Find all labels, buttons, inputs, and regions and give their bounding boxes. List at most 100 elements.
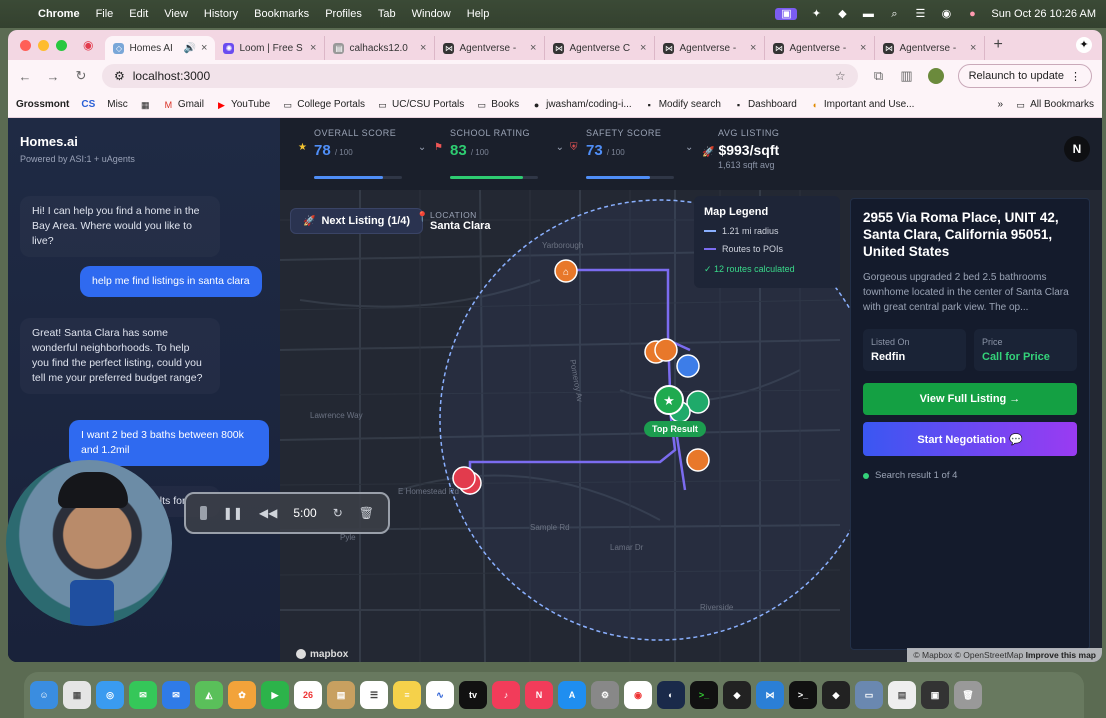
- bookmark-misc[interactable]: Misc: [107, 99, 128, 110]
- back-icon[interactable]: ←: [18, 69, 32, 84]
- menubar-clock[interactable]: Sun Oct 26 10:26 AM: [991, 8, 1096, 20]
- bookmark-cs[interactable]: CS: [81, 99, 95, 110]
- notes-app-icon[interactable]: ▤: [327, 681, 355, 709]
- bookmark-uc-csu[interactable]: ▭ UC/CSU Portals: [377, 99, 464, 110]
- bookmark-important[interactable]: ◖ Important and Use...: [809, 99, 915, 110]
- bookmark-dashboard[interactable]: ▪ Dashboard: [733, 99, 797, 110]
- music-icon[interactable]: ♪: [492, 681, 520, 709]
- tab-agentverse-4[interactable]: ⋈ Agentverse - ×: [765, 36, 876, 60]
- poi-marker-restaurant[interactable]: [644, 338, 678, 364]
- attribution-text[interactable]: © Mapbox © OpenStreetMap: [913, 650, 1023, 660]
- preview-icon[interactable]: ▭: [855, 681, 883, 709]
- menu-bookmarks[interactable]: Bookmarks: [254, 8, 309, 20]
- search-icon[interactable]: ⌕: [887, 8, 901, 20]
- close-tab-icon[interactable]: ×: [201, 42, 207, 54]
- shield-icon[interactable]: ◆: [835, 8, 849, 20]
- system-settings-icon[interactable]: ⚙: [591, 681, 619, 709]
- bookmark-grossmont[interactable]: Grossmont: [16, 99, 69, 110]
- webcam-overlay[interactable]: [6, 460, 172, 626]
- menu-file[interactable]: File: [96, 8, 114, 20]
- cursor-ide-icon[interactable]: ◐: [657, 681, 685, 709]
- close-tab-icon[interactable]: ×: [970, 42, 976, 54]
- restart-icon[interactable]: ↻: [333, 506, 343, 520]
- tab-agentverse-3[interactable]: ⋈ Agentverse - ×: [655, 36, 766, 60]
- close-tab-icon[interactable]: ×: [530, 42, 536, 54]
- sparkle-icon[interactable]: ✦: [809, 8, 823, 20]
- mail-icon[interactable]: ✉: [162, 681, 190, 709]
- close-tab-icon[interactable]: ×: [310, 42, 316, 54]
- next-listing-button[interactable]: 🚀 Next Listing (1/4): [290, 208, 424, 234]
- school-rating[interactable]: ⚑ SCHOOL RATING 83 / 100 ⌄: [434, 128, 564, 179]
- close-window-button[interactable]: [20, 39, 31, 51]
- pause-icon[interactable]: ❚❚: [223, 506, 243, 520]
- poi-marker-transit[interactable]: [676, 354, 700, 378]
- overall-score[interactable]: ★ OVERALL SCORE 78 / 100 ⌄: [298, 128, 426, 179]
- close-tab-icon[interactable]: ×: [750, 42, 756, 54]
- reload-icon[interactable]: ↻: [74, 68, 88, 84]
- record-dot-icon[interactable]: ●: [965, 8, 979, 20]
- address-bar[interactable]: ⚙ localhost:3000 ☆: [102, 64, 858, 88]
- user-avatar[interactable]: N: [1064, 136, 1090, 162]
- bookmark-books[interactable]: ▭ Books: [476, 99, 520, 110]
- menu-window[interactable]: Window: [412, 8, 451, 20]
- chevron-down-icon[interactable]: ⌄: [418, 142, 426, 153]
- facetime-icon[interactable]: ▶: [261, 681, 289, 709]
- document-icon[interactable]: ▤: [888, 681, 916, 709]
- tab-homes-ai[interactable]: ◇ Homes AI 🔊 ×: [105, 36, 216, 60]
- minimize-window-button[interactable]: [38, 39, 49, 51]
- tv-icon[interactable]: tv: [459, 681, 487, 709]
- vscode-icon[interactable]: ⋈: [756, 681, 784, 709]
- menu-app[interactable]: Chrome: [38, 8, 80, 20]
- menu-tab[interactable]: Tab: [378, 8, 396, 20]
- relaunch-button[interactable]: Relaunch to update ⋮: [957, 64, 1092, 88]
- terminal-2-icon[interactable]: >_: [789, 681, 817, 709]
- launchpad-icon[interactable]: ▦: [63, 681, 91, 709]
- close-tab-icon[interactable]: ×: [420, 42, 426, 54]
- poi-marker-shop[interactable]: [686, 448, 710, 472]
- menu-help[interactable]: Help: [467, 8, 490, 20]
- screen-record-icon[interactable]: ▣: [775, 8, 798, 20]
- menu-profiles[interactable]: Profiles: [325, 8, 362, 20]
- finder-icon[interactable]: ☺: [30, 681, 58, 709]
- reminders-icon[interactable]: ☰: [360, 681, 388, 709]
- cube-app-2-icon[interactable]: ◆: [822, 681, 850, 709]
- bookmark-star-icon[interactable]: ☆: [835, 69, 846, 83]
- trash-bin-icon[interactable]: 🗑: [954, 681, 982, 709]
- bookmark-gmail[interactable]: M Gmail: [163, 99, 204, 110]
- chrome-icon[interactable]: ◉: [624, 681, 652, 709]
- close-tab-icon[interactable]: ×: [860, 42, 866, 54]
- new-tab-button[interactable]: +: [993, 36, 1002, 54]
- news-icon[interactable]: N: [525, 681, 553, 709]
- photos-icon[interactable]: ✿: [228, 681, 256, 709]
- control-center-icon[interactable]: ☰: [913, 8, 927, 20]
- forward-icon[interactable]: →: [46, 69, 60, 84]
- gemini-icon[interactable]: ✦: [1076, 37, 1092, 53]
- cube-app-icon[interactable]: ◆: [723, 681, 751, 709]
- extensions-icon[interactable]: ⧉: [872, 68, 886, 84]
- app-store-icon[interactable]: A: [558, 681, 586, 709]
- all-bookmarks[interactable]: ▭ All Bookmarks: [1015, 99, 1094, 110]
- view-full-listing-button[interactable]: View Full Listing →: [863, 383, 1077, 415]
- terminal-icon[interactable]: >_: [690, 681, 718, 709]
- stop-recording-button[interactable]: [200, 506, 207, 520]
- apps-grid-icon[interactable]: ▦: [140, 100, 151, 110]
- rewind-icon[interactable]: ◀◀: [259, 506, 277, 520]
- notes-icon[interactable]: ≡: [393, 681, 421, 709]
- tab-agentverse-1[interactable]: ⋈ Agentverse - ×: [435, 36, 546, 60]
- site-info-icon[interactable]: ⚙: [114, 69, 125, 83]
- maps-icon[interactable]: ◭: [195, 681, 223, 709]
- tab-agentverse-2[interactable]: ⋈ Agentverse C ×: [545, 36, 656, 60]
- top-result-marker[interactable]: ★: [654, 385, 684, 415]
- menu-history[interactable]: History: [204, 8, 238, 20]
- close-tab-icon[interactable]: ×: [640, 42, 646, 54]
- messages-icon[interactable]: ✉: [129, 681, 157, 709]
- safari-icon[interactable]: ◎: [96, 681, 124, 709]
- menu-edit[interactable]: Edit: [129, 8, 148, 20]
- battery-icon[interactable]: ▬: [861, 8, 875, 20]
- safety-score[interactable]: ⛨ SAFETY SCORE 73 / 100 ⌄: [570, 128, 693, 179]
- window-icon[interactable]: ▣: [921, 681, 949, 709]
- chevron-down-icon[interactable]: ⌄: [685, 142, 693, 153]
- tab-loom[interactable]: ✺ Loom | Free S ×: [215, 36, 326, 60]
- freeform-icon[interactable]: ∿: [426, 681, 454, 709]
- sidepanel-icon[interactable]: ▥: [900, 68, 914, 84]
